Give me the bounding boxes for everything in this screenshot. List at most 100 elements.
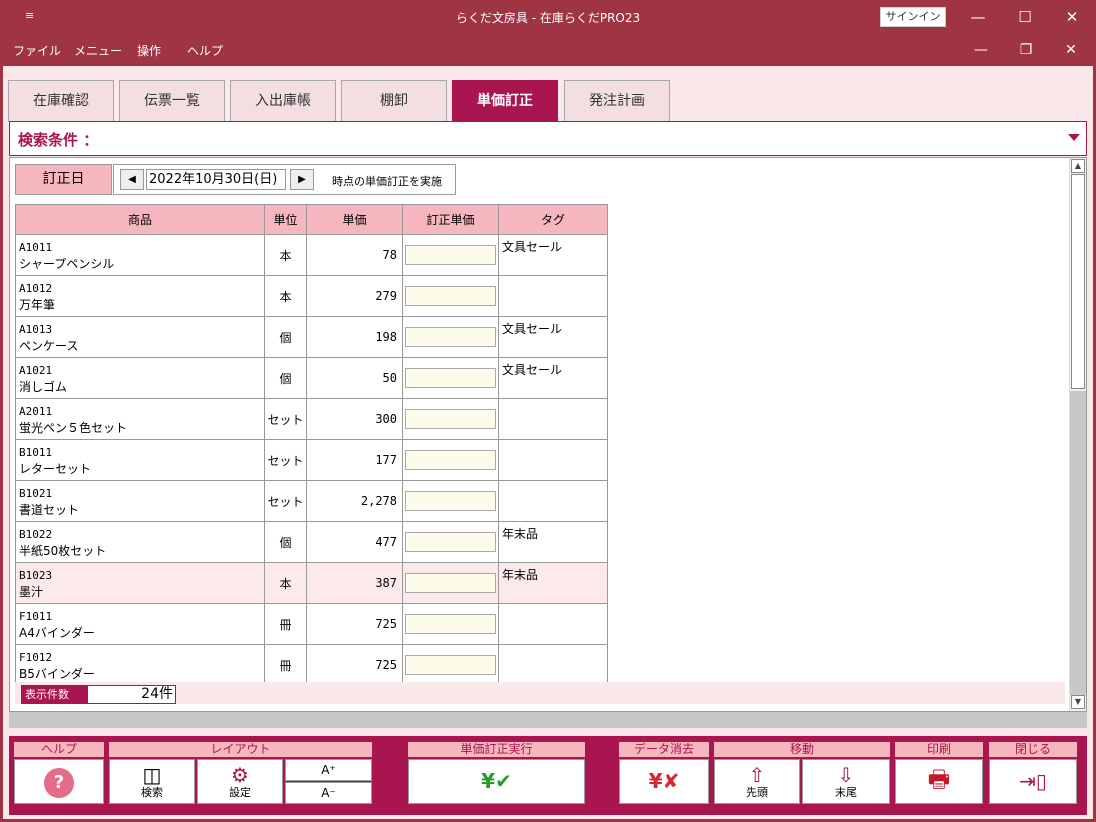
- header-tag[interactable]: タグ: [498, 204, 608, 235]
- table-row[interactable]: A1011 シャープペンシル 本 78 文具セール: [15, 234, 608, 276]
- scroll-thumb[interactable]: [1071, 174, 1085, 389]
- table-row[interactable]: A1013 ペンケース 個 198 文具セール: [15, 316, 608, 358]
- unit-cell[interactable]: 個: [264, 521, 307, 563]
- tag-cell[interactable]: 文具セール: [498, 234, 608, 276]
- product-cell[interactable]: A2011 蛍光ペン５色セット: [15, 398, 265, 440]
- corrected-price-cell[interactable]: [402, 562, 499, 604]
- product-cell[interactable]: B1021 書道セット: [15, 480, 265, 522]
- corrected-price-cell[interactable]: [402, 439, 499, 481]
- corrected-price-input[interactable]: [405, 573, 496, 593]
- price-cell[interactable]: 300: [306, 398, 403, 440]
- horizontal-scrollbar[interactable]: [9, 712, 1087, 728]
- unit-cell[interactable]: 個: [264, 316, 307, 358]
- scroll-down-icon[interactable]: ▼: [1071, 695, 1085, 709]
- corrected-price-input[interactable]: [405, 450, 496, 470]
- product-cell[interactable]: F1011 A4バインダー: [15, 603, 265, 645]
- menu-help[interactable]: ヘルプ: [187, 42, 223, 59]
- tag-cell[interactable]: [498, 644, 608, 686]
- maximize-icon[interactable]: ☐: [1002, 4, 1048, 30]
- tag-cell[interactable]: 文具セール: [498, 357, 608, 399]
- tag-cell[interactable]: [498, 275, 608, 317]
- clear-data-button[interactable]: ¥✘: [619, 759, 709, 804]
- menu-file[interactable]: ファイル: [13, 42, 61, 59]
- table-row[interactable]: F1012 B5バインダー 冊 725: [15, 644, 608, 686]
- tab-stock-check[interactable]: 在庫確認: [8, 80, 114, 122]
- product-cell[interactable]: B1011 レターセット: [15, 439, 265, 481]
- table-row[interactable]: A1012 万年筆 本 279: [15, 275, 608, 317]
- price-cell[interactable]: 78: [306, 234, 403, 276]
- corrected-price-input[interactable]: [405, 327, 496, 347]
- corrected-price-input[interactable]: [405, 532, 496, 552]
- help-button[interactable]: ?: [14, 759, 104, 804]
- layout-settings-button[interactable]: ⚙ 設定: [197, 759, 283, 804]
- price-cell[interactable]: 198: [306, 316, 403, 358]
- table-row[interactable]: B1022 半紙50枚セット 個 477 年末品: [15, 521, 608, 563]
- move-first-button[interactable]: ⇧ 先頭: [714, 759, 800, 804]
- unit-cell[interactable]: 冊: [264, 644, 307, 686]
- unit-cell[interactable]: 個: [264, 357, 307, 399]
- corrected-price-cell[interactable]: [402, 521, 499, 563]
- corrected-price-cell[interactable]: [402, 357, 499, 399]
- mdi-minimize-icon[interactable]: —: [961, 38, 1001, 62]
- font-increase-button[interactable]: A⁺: [285, 759, 372, 781]
- corrected-price-cell[interactable]: [402, 275, 499, 317]
- corrected-price-input[interactable]: [405, 245, 496, 265]
- next-date-icon[interactable]: ▶: [290, 169, 314, 190]
- prev-date-icon[interactable]: ◀: [120, 169, 144, 190]
- minimize-icon[interactable]: —: [955, 4, 1001, 30]
- corrected-price-cell[interactable]: [402, 603, 499, 645]
- tab-price-correction[interactable]: 単価訂正: [452, 80, 558, 122]
- price-cell[interactable]: 177: [306, 439, 403, 481]
- tag-cell[interactable]: [498, 480, 608, 522]
- corrected-price-cell[interactable]: [402, 398, 499, 440]
- price-cell[interactable]: 725: [306, 644, 403, 686]
- price-cell[interactable]: 387: [306, 562, 403, 604]
- price-cell[interactable]: 279: [306, 275, 403, 317]
- tag-cell[interactable]: 年末品: [498, 562, 608, 604]
- product-cell[interactable]: A1021 消しゴム: [15, 357, 265, 399]
- header-product[interactable]: 商品: [15, 204, 265, 235]
- mdi-close-icon[interactable]: ✕: [1051, 38, 1091, 62]
- tag-cell[interactable]: 文具セール: [498, 316, 608, 358]
- header-price[interactable]: 単価: [306, 204, 403, 235]
- product-cell[interactable]: A1011 シャープペンシル: [15, 234, 265, 276]
- menu-menu[interactable]: メニュー: [74, 42, 122, 59]
- tab-order-plan[interactable]: 発注計画: [564, 80, 670, 122]
- corrected-price-input[interactable]: [405, 491, 496, 511]
- table-row[interactable]: A2011 蛍光ペン５色セット セット 300: [15, 398, 608, 440]
- header-unit[interactable]: 単位: [264, 204, 307, 235]
- corrected-price-input[interactable]: [405, 409, 496, 429]
- table-row[interactable]: F1011 A4バインダー 冊 725: [15, 603, 608, 645]
- unit-cell[interactable]: 本: [264, 275, 307, 317]
- unit-cell[interactable]: セット: [264, 439, 307, 481]
- table-row[interactable]: B1021 書道セット セット 2,278: [15, 480, 608, 522]
- price-cell[interactable]: 2,278: [306, 480, 403, 522]
- tab-inout-ledger[interactable]: 入出庫帳: [230, 80, 336, 122]
- layout-search-button[interactable]: ◫ 検索: [109, 759, 195, 804]
- vertical-scrollbar[interactable]: ▲ ▼: [1069, 158, 1086, 711]
- table-row[interactable]: A1021 消しゴム 個 50 文具セール: [15, 357, 608, 399]
- corrected-price-cell[interactable]: [402, 234, 499, 276]
- print-button[interactable]: 🖶: [895, 759, 983, 804]
- chevron-down-icon[interactable]: [1068, 134, 1080, 141]
- tag-cell[interactable]: [498, 603, 608, 645]
- font-decrease-button[interactable]: A⁻: [285, 782, 372, 804]
- unit-cell[interactable]: セット: [264, 398, 307, 440]
- signin-button[interactable]: サインイン: [880, 7, 946, 27]
- price-cell[interactable]: 50: [306, 357, 403, 399]
- mdi-restore-icon[interactable]: ❐: [1006, 38, 1046, 62]
- corrected-price-cell[interactable]: [402, 316, 499, 358]
- tag-cell[interactable]: 年末品: [498, 521, 608, 563]
- scroll-up-icon[interactable]: ▲: [1071, 159, 1085, 173]
- product-cell[interactable]: B1022 半紙50枚セット: [15, 521, 265, 563]
- product-cell[interactable]: A1012 万年筆: [15, 275, 265, 317]
- tag-cell[interactable]: [498, 398, 608, 440]
- tag-cell[interactable]: [498, 439, 608, 481]
- close-button[interactable]: ⇥▯: [989, 759, 1077, 804]
- price-cell[interactable]: 725: [306, 603, 403, 645]
- corrected-price-input[interactable]: [405, 368, 496, 388]
- scroll-track[interactable]: [1070, 391, 1086, 695]
- execute-price-correction-button[interactable]: ¥✔: [408, 759, 585, 804]
- product-cell[interactable]: B1023 墨汁: [15, 562, 265, 604]
- corrected-price-cell[interactable]: [402, 480, 499, 522]
